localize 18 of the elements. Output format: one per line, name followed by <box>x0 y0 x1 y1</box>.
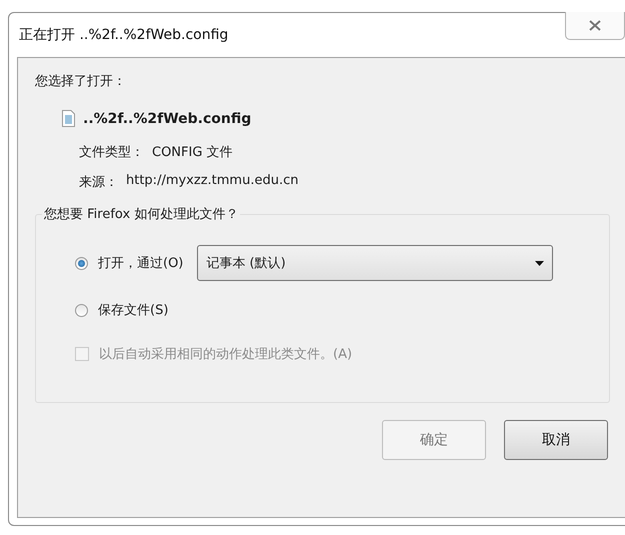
source-label: 来源： <box>79 174 118 191</box>
radio-button[interactable] <box>75 256 88 270</box>
close-icon <box>589 20 601 31</box>
caret-icon <box>535 260 544 266</box>
option-label[interactable]: 保存文件(S) <box>98 301 168 319</box>
radio-button[interactable] <box>75 304 88 316</box>
window-title: 正在打开 ..%2f..%2fWeb.config <box>19 26 228 44</box>
type-value: CONFIG 文件 <box>152 144 233 161</box>
dialog-button[interactable]: 取消 <box>504 420 608 460</box>
source-value: http://myxzz.tmmu.edu.cn <box>126 173 298 190</box>
option-label[interactable]: 打开，通过(O) <box>98 254 184 272</box>
close-button[interactable] <box>565 12 625 40</box>
file-icon <box>62 110 75 127</box>
group-title: 您想要 Firefox 如何处理此文件？ <box>43 206 240 223</box>
file-name: ..%2f..%2fWeb.config <box>83 110 252 126</box>
intro-text: 您选择了打开： <box>35 73 127 90</box>
type-label: 文件类型： <box>79 144 144 161</box>
app-select[interactable]: 记事本 (默认) <box>197 245 554 281</box>
